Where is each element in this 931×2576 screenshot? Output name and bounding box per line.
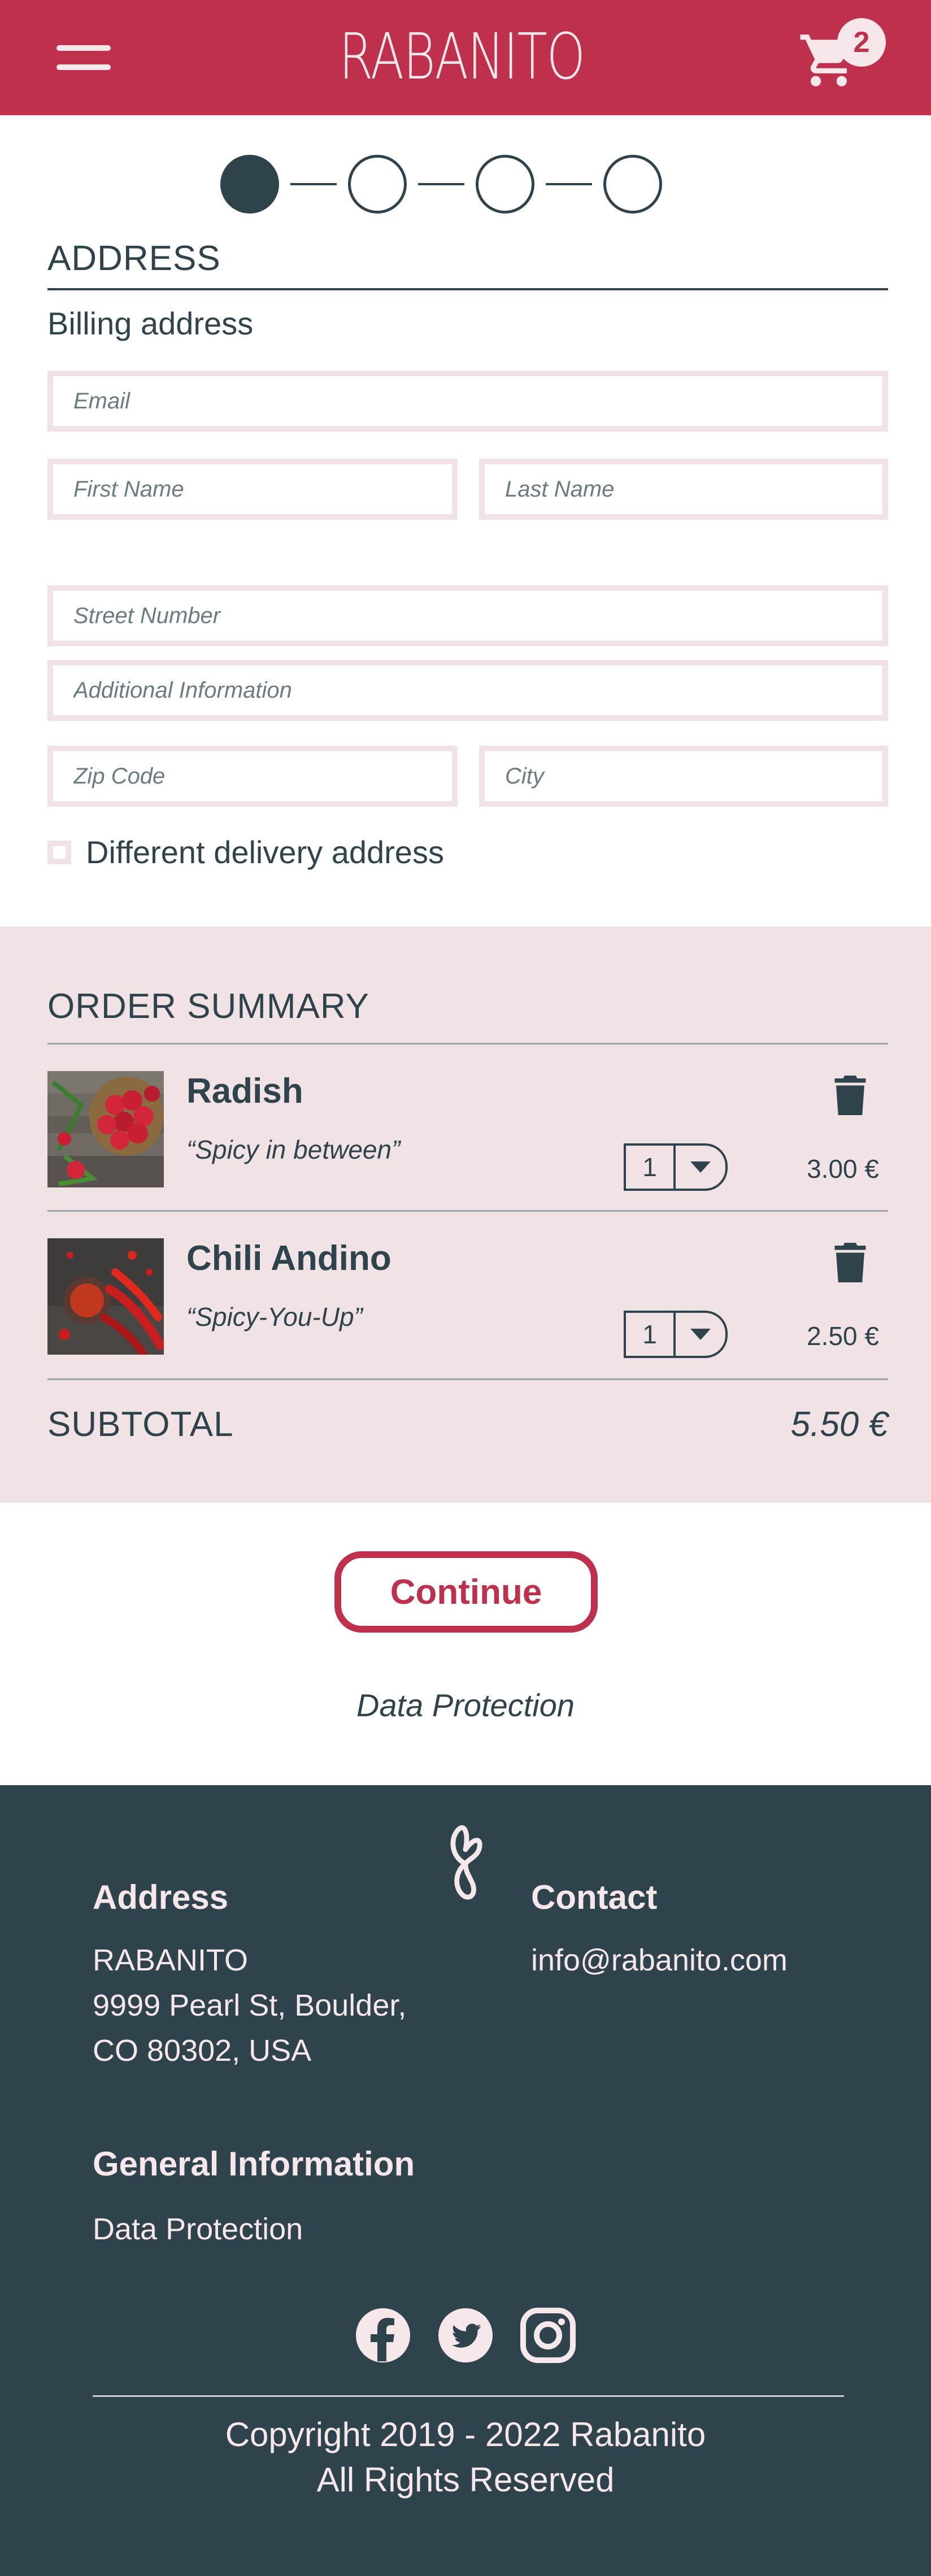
summary-divider [47,1210,888,1212]
subtotal-label: SUBTOTAL [47,1405,234,1444]
contact-email-link[interactable]: info@rabanito.com [531,1938,788,1983]
billing-address-label: Billing address [47,306,254,341]
footer: Address RABANITO 9999 Pearl St, Boulder,… [0,1785,931,2576]
order-summary: ORDER SUMMARY Radish “Spicy in between” [0,926,931,1503]
summary-divider [47,1043,888,1045]
footer-contact-heading: Contact [531,1878,658,1916]
city-field[interactable] [479,746,888,807]
brand-logo[interactable]: RABANITO [333,21,616,92]
copyright: Copyright 2019 - 2022 Rabanito All Right… [0,2412,931,2503]
step-3 [476,155,534,214]
continue-button[interactable]: Continue [334,1551,598,1633]
step-2 [348,155,407,214]
step-connector [290,183,337,185]
radish-logo-icon [450,1825,482,1900]
step-4 [603,155,662,214]
facebook-icon[interactable] [355,2307,411,2364]
delete-item-icon[interactable] [833,1243,868,1282]
instagram-icon[interactable] [520,2307,576,2364]
radish-image [47,1071,164,1187]
footer-general-heading: General Information [93,2145,415,2183]
header: RABANITO 2 [0,0,931,115]
copyright-line: Copyright 2019 - 2022 Rabanito [225,2416,706,2453]
step-1 [220,155,279,214]
social-links [355,2307,576,2364]
quantity-select[interactable]: 1 [624,1311,728,1358]
different-delivery-label: Different delivery address [86,834,444,870]
additional-info-field[interactable] [47,660,888,721]
item-name: Radish [186,1072,303,1111]
address-divider [47,288,888,290]
summary-divider [47,1378,888,1380]
rights-line: All Rights Reserved [316,2461,615,2499]
address-title: ADDRESS [47,239,221,278]
footer-address-line: RABANITO [93,1943,249,1977]
brand-name: RABANITO [339,20,585,94]
delete-item-icon[interactable] [833,1076,868,1115]
chili-image [47,1238,164,1355]
street-number-field[interactable] [47,585,888,646]
quantity-select[interactable]: 1 [624,1143,728,1191]
chevron-down-icon[interactable] [676,1143,728,1191]
order-summary-title: ORDER SUMMARY [47,987,369,1026]
zip-code-field[interactable] [47,746,458,807]
item-price: 3.00 € [807,1154,879,1183]
footer-address-line: 9999 Pearl St, Boulder, [93,1988,407,2022]
subtotal-value: 5.50 € [790,1405,888,1444]
quantity-value: 1 [624,1143,676,1191]
checkout-progress [220,155,662,214]
last-name-field[interactable] [479,459,888,520]
first-name-field[interactable] [47,459,458,520]
footer-address-heading: Address [93,1878,229,1916]
cart-item: Radish “Spicy in between” 1 3.00 € [47,1071,888,1191]
chevron-down-icon[interactable] [676,1311,728,1358]
footer-address-line: CO 80302, USA [93,2034,312,2068]
footer-divider [93,2395,844,2397]
cart-count-badge: 2 [837,18,886,67]
step-connector [546,183,592,185]
email-field[interactable] [47,371,888,432]
step-connector [418,183,464,185]
quantity-value: 1 [624,1311,676,1358]
cart-item: Chili Andino “Spicy-You-Up” 1 2.50 € [47,1238,888,1358]
item-description: “Spicy in between” [186,1135,401,1164]
item-name: Chili Andino [186,1239,391,1278]
twitter-icon[interactable] [437,2307,494,2364]
item-price: 2.50 € [807,1321,879,1351]
data-protection-link[interactable]: Data Protection [0,1687,931,1724]
menu-icon[interactable] [56,45,111,71]
footer-data-protection-link[interactable]: Data Protection [93,2207,303,2252]
item-description: “Spicy-You-Up” [186,1302,363,1331]
different-delivery-toggle[interactable]: Different delivery address [47,834,444,871]
different-delivery-checkbox[interactable] [47,840,71,864]
